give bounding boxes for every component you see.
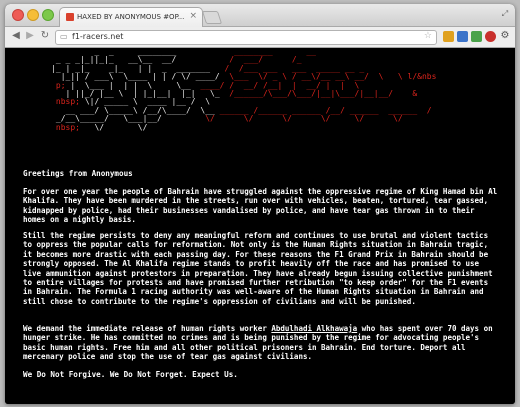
- ascii-fragment: nbsp;: [55, 97, 80, 107]
- ascii-fragment: nbsp;: [55, 122, 80, 132]
- greeting-heading: Greetings from Anonymous: [23, 169, 133, 178]
- wrench-icon[interactable]: ⚙: [498, 29, 512, 43]
- extension-icon-1[interactable]: [443, 31, 454, 42]
- reload-icon[interactable]: ↻: [38, 29, 52, 43]
- paragraph-1: For over one year the people of Bahrain …: [23, 187, 498, 225]
- page-content: _ _ ________ ________ __ _ _ _|_||_|_ __…: [5, 48, 515, 404]
- paragraph-3: We demand the immediate release of human…: [23, 324, 501, 362]
- fullscreen-icon[interactable]: ⤢: [500, 9, 510, 19]
- closing-line: We Do Not Forgive. We Do Not Forget. Exp…: [23, 370, 238, 379]
- forward-arrow-icon[interactable]: ▶: [23, 29, 37, 43]
- address-bar[interactable]: ▭ f1-racers.net ☆: [55, 30, 437, 45]
- extension-icon-4[interactable]: [485, 31, 496, 42]
- star-icon[interactable]: ☆: [424, 31, 432, 41]
- extension-icon-2[interactable]: [457, 31, 468, 42]
- maximize-window-button[interactable]: [42, 9, 54, 21]
- alkhawaja-link[interactable]: Abdulhadi Alkhawaja: [271, 324, 357, 333]
- browser-toolbar: ◀ ▶ ↻ ▭ f1-racers.net ☆ ⚙: [5, 27, 515, 48]
- close-tab-icon[interactable]: ×: [189, 11, 197, 21]
- back-arrow-icon[interactable]: ◀: [9, 29, 23, 43]
- ascii-art-banner: _ _ ________ ________ __ _ _ _|_||_|_ __…: [27, 48, 437, 132]
- browser-window: HAXED BY ANONYMOUS #OP... × ⤢ ◀ ▶ ↻ ▭ f1…: [5, 4, 515, 404]
- browser-tab[interactable]: HAXED BY ANONYMOUS #OP... ×: [59, 7, 203, 27]
- ascii-fragment: l/&nbs: [407, 72, 437, 82]
- close-window-button[interactable]: [12, 9, 24, 21]
- ascii-fragment: &: [412, 89, 418, 99]
- paragraph-2: Still the regime persists to deny any me…: [23, 231, 493, 306]
- ascii-fragment: p;: [55, 80, 66, 90]
- page-icon: ▭: [60, 32, 68, 41]
- favicon-icon: [66, 13, 74, 21]
- paragraph-3-text: We demand the immediate release of human…: [23, 324, 272, 333]
- minimize-window-button[interactable]: [27, 9, 39, 21]
- extension-icon-3[interactable]: [471, 31, 482, 42]
- title-bar: HAXED BY ANONYMOUS #OP... × ⤢: [5, 4, 515, 27]
- url-text: f1-racers.net: [72, 32, 124, 41]
- tab-title: HAXED BY ANONYMOUS #OP...: [77, 13, 185, 21]
- new-tab-button[interactable]: [201, 11, 223, 24]
